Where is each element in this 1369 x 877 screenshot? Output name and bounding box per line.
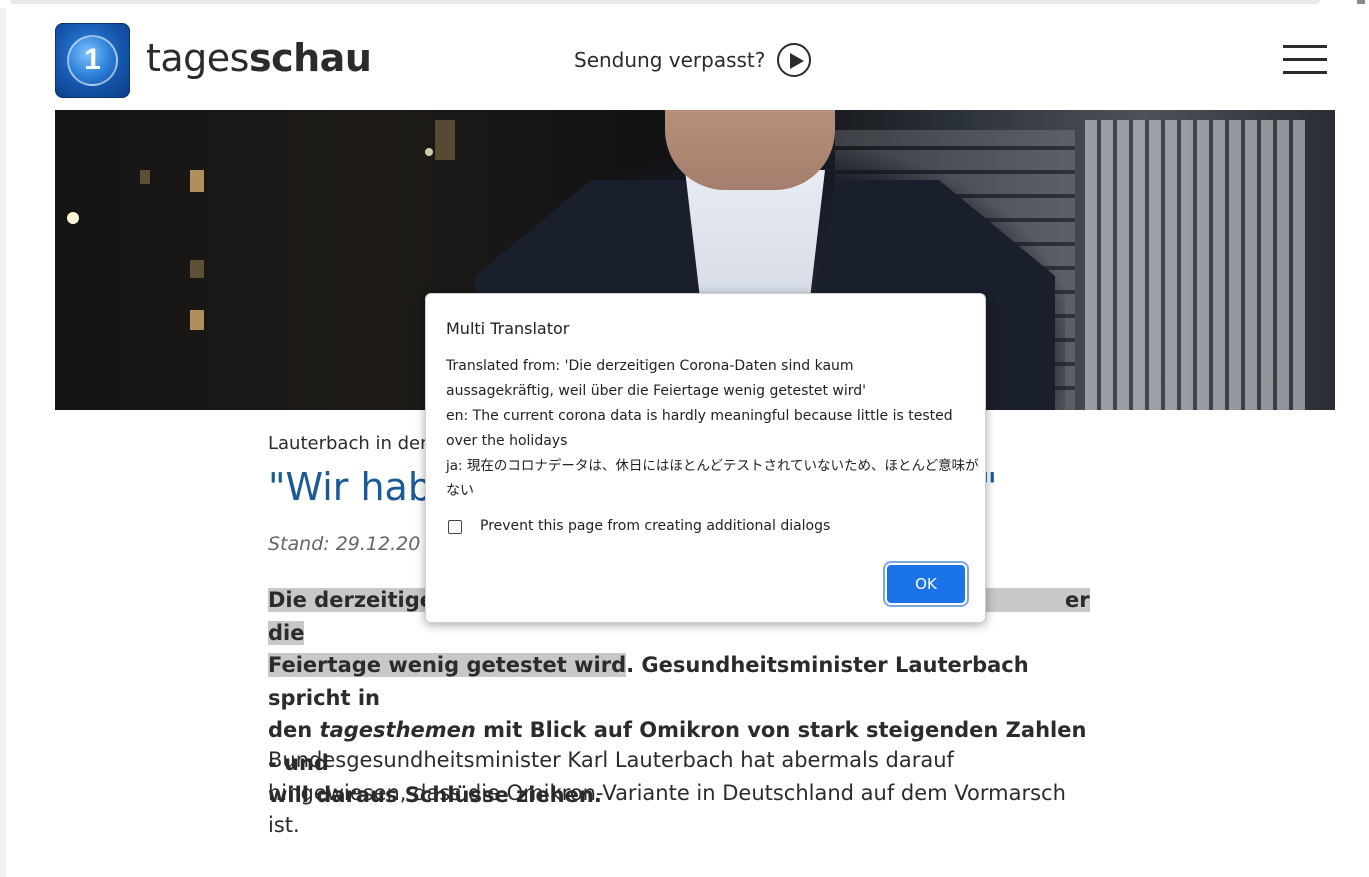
window-light xyxy=(190,170,204,192)
scrollbar-track xyxy=(10,0,1320,4)
browser-top-strip xyxy=(0,0,1369,8)
menu-line xyxy=(1283,45,1327,48)
article-headline: "Wir hab xyxy=(268,465,432,509)
page-left-edge xyxy=(0,8,6,877)
neck xyxy=(665,110,835,190)
street-light xyxy=(67,212,79,224)
scroll-corner xyxy=(1357,0,1365,4)
dialog-line: Translated from: 'Die derzeitigen Corona… xyxy=(446,358,854,374)
logo-one: 1 xyxy=(84,43,101,76)
ard-logo-icon[interactable]: 1 xyxy=(55,23,130,98)
dialog-title: Multi Translator xyxy=(446,319,570,338)
window-light xyxy=(435,120,455,160)
body-line: hingewiesen, dass die Omikron-Variante i… xyxy=(268,780,1066,805)
translator-dialog: Multi Translator Translated from: 'Die d… xyxy=(425,293,986,623)
site-wordmark[interactable]: tagesschau xyxy=(146,36,372,80)
body-line: Bundesgesundheitsminister Karl Lauterbac… xyxy=(268,748,954,772)
dialog-message: Translated from: 'Die derzeitigen Corona… xyxy=(446,354,979,504)
dialog-line: aussagekräftig, weil über die Feiertage … xyxy=(446,383,866,399)
dialog-line: ない xyxy=(446,483,474,499)
body-line: ist. xyxy=(268,813,300,837)
article-topline: Lauterbach in den xyxy=(268,433,432,454)
lit-glass-building xyxy=(1085,120,1305,410)
menu-line xyxy=(1283,71,1327,74)
teaser-highlight-start: Die derzeitigen xyxy=(268,588,449,612)
teaser-italic-link[interactable]: tagesthemen xyxy=(320,718,476,742)
site-header: 1 tagesschau Sendung verpasst? xyxy=(6,8,1369,110)
wordmark-light: tages xyxy=(146,36,249,80)
menu-line xyxy=(1283,58,1327,61)
window-light xyxy=(190,260,204,278)
teaser-line: Feiertage wenig getestet wird. Gesundhei… xyxy=(268,649,1098,714)
sendung-verpasst-label: Sendung verpasst? xyxy=(574,48,766,72)
article-timestamp: Stand: 29.12.20 xyxy=(268,533,421,555)
dialog-line: ja: 現在のコロナデータは、休日にはほとんどテストされていないため、ほとんど意… xyxy=(446,458,979,474)
hamburger-menu-icon[interactable] xyxy=(1283,44,1327,74)
prevent-dialogs-label[interactable]: Prevent this page from creating addition… xyxy=(480,518,830,534)
dialog-line: en: The current corona data is hardly me… xyxy=(446,408,953,424)
play-circle-icon[interactable] xyxy=(777,43,812,77)
window-light xyxy=(140,170,150,184)
teaser-text: den xyxy=(268,718,320,742)
wordmark-bold: schau xyxy=(248,36,372,80)
ok-button[interactable]: OK xyxy=(887,565,965,603)
dialog-line: over the holidays xyxy=(446,433,568,449)
prevent-dialogs-checkbox[interactable] xyxy=(448,520,462,534)
teaser-highlight-2: Feiertage wenig getestet wird xyxy=(268,653,627,677)
article-body: Bundesgesundheitsminister Karl Lauterbac… xyxy=(268,744,1118,842)
street-light xyxy=(425,148,433,156)
sendung-verpasst-link[interactable]: Sendung verpasst? xyxy=(574,42,812,78)
window-light xyxy=(190,310,204,330)
